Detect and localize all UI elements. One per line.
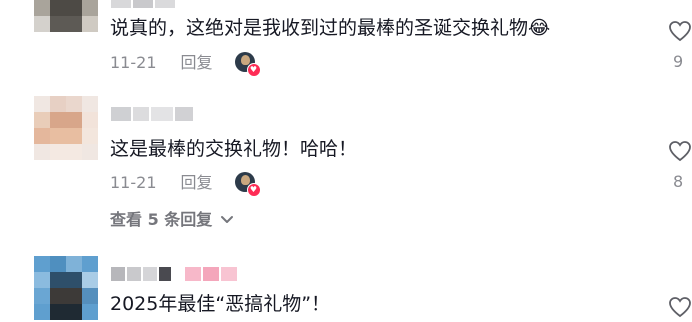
commenter-avatar[interactable] — [34, 96, 98, 160]
heart-outline-icon — [669, 21, 691, 42]
view-replies-button[interactable]: 查看 5 条回复 — [110, 210, 234, 230]
like-button[interactable] — [668, 296, 692, 322]
heart-outline-icon — [669, 297, 691, 318]
heart-outline-icon — [669, 141, 691, 162]
comment-text: 这是最棒的交换礼物！哈哈！ — [110, 138, 358, 160]
heart-badge-icon: ♥ — [246, 63, 261, 77]
comment-text: 2025年最佳“恶搞礼物”！ — [110, 293, 331, 315]
commenter-name-blurred[interactable] — [111, 0, 175, 8]
chevron-down-icon — [220, 210, 234, 230]
commenter-name-blurred[interactable] — [111, 267, 237, 281]
comment-text: 说真的，这绝对是我收到过的最棒的圣诞交换礼物😂 — [110, 17, 551, 39]
heart-badge-icon: ♥ — [246, 183, 261, 197]
view-replies-label: 查看 5 条回复 — [110, 210, 213, 229]
comment-meta: 11-21 回复 ♥ — [110, 172, 261, 197]
like-count: 9 — [673, 52, 684, 71]
creator-liked-avatar: ♥ — [234, 172, 261, 197]
comment-date: 11-21 — [110, 53, 157, 72]
comment-date: 11-21 — [110, 173, 157, 192]
like-count: 8 — [673, 172, 684, 191]
like-button[interactable] — [668, 20, 692, 46]
creator-liked-avatar: ♥ — [234, 52, 261, 77]
comment-meta: 11-21 回复 ♥ — [110, 52, 261, 77]
like-button[interactable] — [668, 140, 692, 166]
commenter-name-blurred[interactable] — [111, 107, 193, 121]
reply-button[interactable]: 回复 — [181, 53, 213, 73]
commenter-avatar[interactable] — [34, 256, 98, 320]
reply-button[interactable]: 回复 — [181, 173, 213, 193]
commenter-avatar[interactable] — [34, 0, 98, 32]
